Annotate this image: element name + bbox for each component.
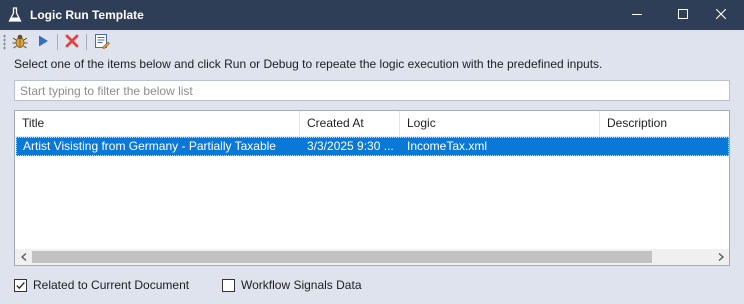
toolbar [0, 30, 744, 54]
scroll-right-button[interactable] [712, 249, 729, 265]
chevron-right-icon [717, 250, 725, 264]
checkbox-label: Workflow Signals Data [241, 278, 362, 292]
toolbar-grip[interactable] [3, 34, 6, 50]
workflow-signals-checkbox[interactable]: Workflow Signals Data [222, 278, 362, 292]
run-play-icon [36, 34, 50, 51]
scroll-left-button[interactable] [15, 249, 32, 265]
maximize-icon [678, 8, 688, 22]
toolbar-separator [57, 34, 58, 50]
debug-button[interactable] [10, 32, 30, 52]
edit-list-icon [94, 33, 110, 52]
close-button[interactable] [698, 0, 744, 30]
window-title: Logic Run Template [30, 8, 144, 22]
instruction-text: Select one of the items below and click … [14, 57, 603, 71]
toolbar-separator [86, 34, 87, 50]
delete-x-icon [65, 34, 79, 51]
debug-bug-icon [12, 33, 28, 52]
checkbox-box[interactable] [14, 278, 27, 292]
run-button[interactable] [33, 32, 53, 52]
title-bar: Logic Run Template [0, 0, 744, 30]
list-header: Title Created At Logic Description [15, 111, 729, 137]
close-icon [715, 8, 727, 22]
filter-input[interactable] [14, 80, 730, 101]
column-header-description[interactable]: Description [600, 111, 729, 136]
cell-description [601, 138, 729, 155]
column-header-created-at[interactable]: Created At [300, 111, 400, 136]
template-list[interactable]: Title Created At Logic Description Artis… [14, 110, 730, 266]
column-header-title[interactable]: Title [15, 111, 300, 136]
related-to-document-checkbox[interactable]: Related to Current Document [14, 278, 189, 292]
checkbox-label: Related to Current Document [33, 278, 190, 292]
column-header-logic[interactable]: Logic [400, 111, 600, 136]
chevron-left-icon [20, 250, 28, 264]
flask-icon [8, 7, 22, 23]
cell-title: Artist Visisting from Germany - Partiall… [23, 139, 276, 153]
horizontal-scrollbar[interactable] [15, 249, 729, 265]
scroll-thumb[interactable] [32, 251, 652, 263]
cell-created-at: 3/3/2025 9:30 ... [307, 139, 394, 153]
delete-button[interactable] [62, 32, 82, 52]
minimize-icon [632, 8, 642, 22]
cell-logic: IncomeTax.xml [407, 139, 488, 153]
edit-button[interactable] [92, 32, 112, 52]
table-row[interactable]: Artist Visisting from Germany - Partiall… [16, 137, 729, 156]
minimize-button[interactable] [614, 0, 660, 30]
checkbox-box[interactable] [222, 278, 235, 292]
